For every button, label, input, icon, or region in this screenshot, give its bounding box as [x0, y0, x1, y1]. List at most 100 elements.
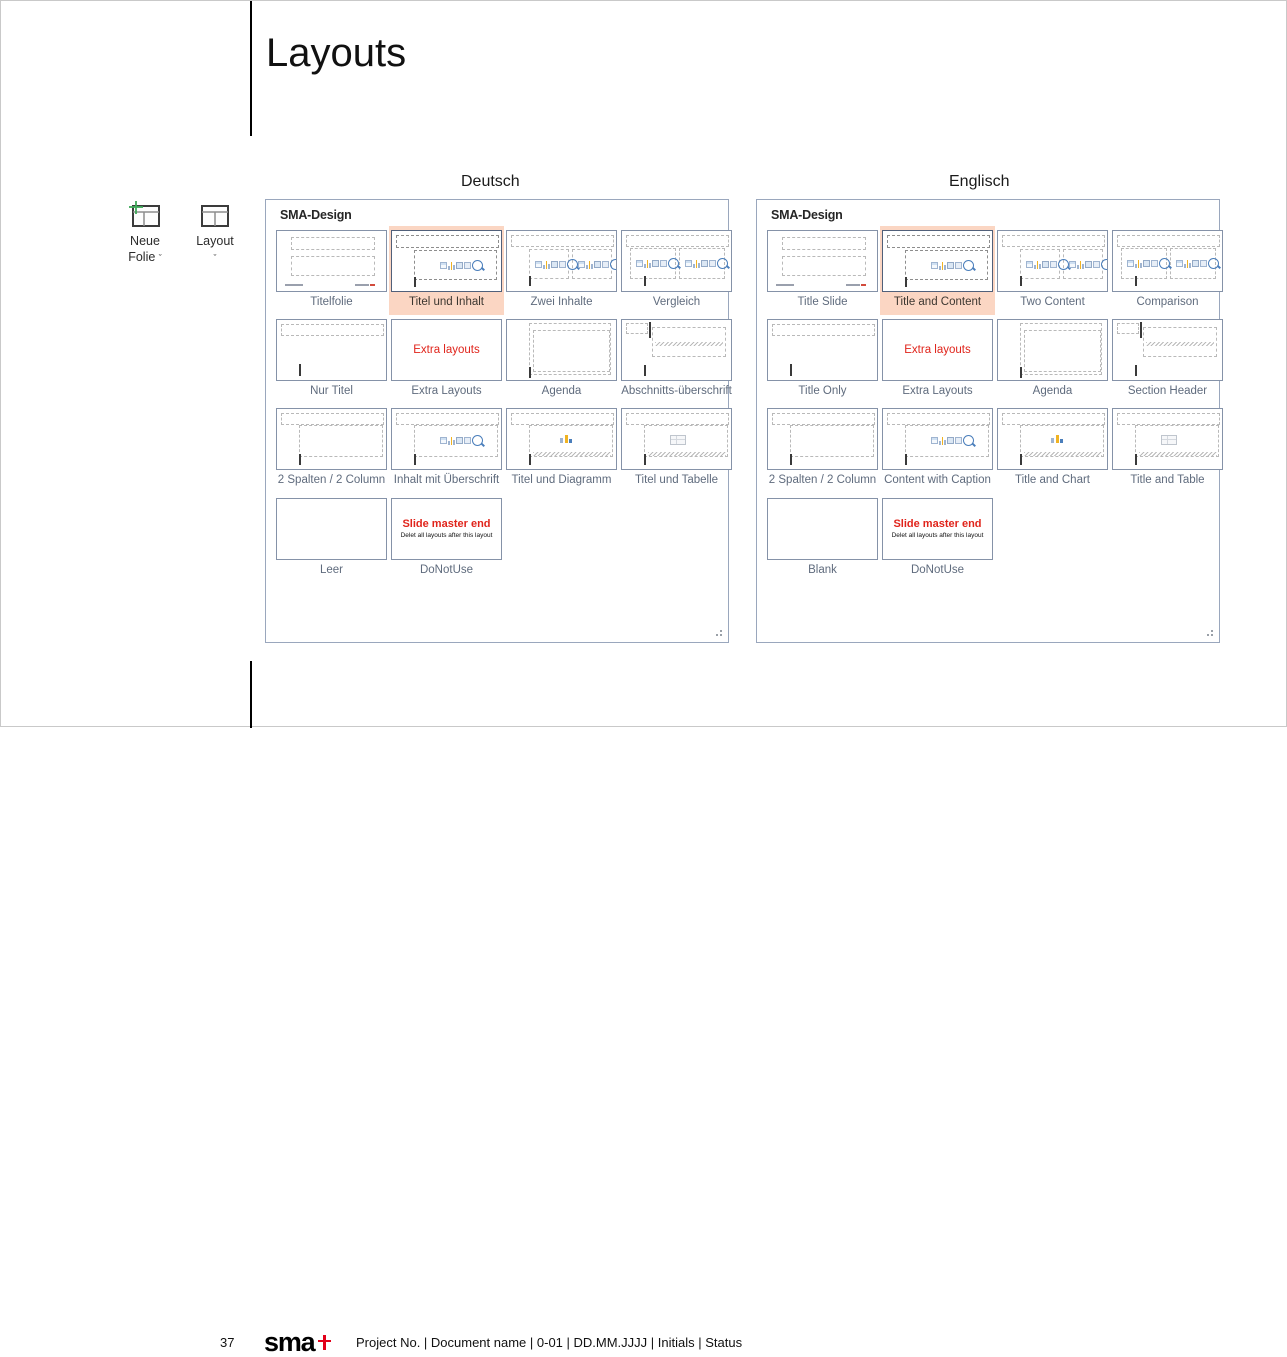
- layout-item[interactable]: 2 Spalten / 2 Column: [274, 404, 389, 493]
- layout-thumbnail: [276, 408, 387, 471]
- thumb-placeholder: [1176, 258, 1219, 269]
- layout-thumbnail: Slide master end Delet all layouts after …: [882, 497, 993, 560]
- thumb-placeholder: [285, 284, 303, 286]
- resize-grip-english[interactable]: [1205, 628, 1215, 638]
- new-slide-button[interactable]: Neue Folie ˇ: [115, 199, 175, 265]
- new-slide-chevron-down-icon[interactable]: ˇ: [159, 253, 162, 263]
- thumb-placeholder: [644, 276, 646, 286]
- thumb-placeholder: [626, 323, 648, 335]
- thumb-placeholder: [1117, 323, 1139, 335]
- layout-thumbnail: [997, 230, 1108, 292]
- layout-item-label: Inhalt mit Überschrift: [393, 474, 500, 487]
- thumb-placeholder: [649, 322, 651, 339]
- thumb-dnu-title: Slide master end: [893, 517, 982, 530]
- layout-item[interactable]: Titel und Tabelle: [619, 404, 734, 493]
- thumb-placeholder: [299, 425, 383, 458]
- layout-item-label: Title Slide: [797, 296, 848, 308]
- layout-chevron-down-icon[interactable]: ˇ: [214, 253, 217, 263]
- thumb-inner-text: Extra layouts: [904, 344, 971, 357]
- thumb-placeholder: [560, 435, 572, 444]
- thumb-placeholder: [414, 454, 416, 466]
- layout-item[interactable]: 2 Spalten / 2 Column: [765, 404, 880, 493]
- layout-item[interactable]: Title and Content: [880, 226, 995, 316]
- layout-item[interactable]: Two Content: [995, 226, 1110, 315]
- layout-item-label: Abschnitts-überschrift: [621, 385, 732, 398]
- layout-item-label: Title and Content: [893, 296, 982, 308]
- slide-footer: 37 sma Project No. | Document name | 0-0…: [1, 659, 1286, 1356]
- layout-thumbnail: [391, 230, 502, 292]
- layout-icon: [195, 199, 235, 231]
- panel-title-german: SMA-Design: [280, 208, 352, 222]
- ribbon-group: Neue Folie ˇ Layout ˇ: [115, 199, 255, 265]
- layout-thumbnail: [767, 319, 878, 382]
- sma-logo: sma: [264, 1329, 332, 1356]
- layout-item[interactable]: Blank: [765, 494, 880, 583]
- layout-item-label: Blank: [808, 563, 837, 576]
- layout-item[interactable]: Comparison: [1110, 226, 1225, 315]
- thumb-placeholder: [861, 284, 866, 286]
- thumb-placeholder: [529, 276, 531, 286]
- layout-grid-english: Title Slide Title and Content Two Content C…: [757, 226, 1223, 583]
- layout-item-label: Title and Table: [1130, 474, 1205, 487]
- thumb-placeholder: [1117, 235, 1220, 247]
- thumb-placeholder: [1002, 413, 1105, 426]
- layout-item[interactable]: Agenda: [995, 315, 1110, 404]
- layout-item[interactable]: Leer: [274, 494, 389, 583]
- thumb-placeholder: [396, 235, 499, 248]
- layout-item-label: Agenda: [541, 385, 582, 398]
- thumb-placeholder: [291, 237, 375, 250]
- thumb-placeholder: [440, 435, 483, 447]
- footer-text: Project No. | Document name | 0-01 | DD.…: [356, 1335, 743, 1350]
- thumb-placeholder: [529, 454, 531, 466]
- layout-item[interactable]: Vergleich: [619, 226, 734, 315]
- slide-number: 37: [220, 1335, 235, 1350]
- layout-item[interactable]: Title and Chart: [995, 404, 1110, 493]
- layout-button[interactable]: Layout ˇ: [185, 199, 245, 265]
- thumb-placeholder: [1135, 454, 1137, 466]
- resize-grip-german[interactable]: [714, 628, 724, 638]
- layout-thumbnail: [997, 408, 1108, 471]
- thumb-placeholder: [626, 235, 729, 247]
- layout-item[interactable]: Zwei Inhalte: [504, 226, 619, 315]
- layout-thumbnail: [621, 230, 732, 292]
- layout-thumbnail: [1112, 230, 1223, 292]
- thumb-placeholder: [414, 277, 416, 287]
- thumb-placeholder: [1140, 322, 1142, 339]
- thumb-placeholder: [776, 284, 794, 286]
- layout-thumbnail: [767, 230, 878, 292]
- thumb-placeholder: [931, 260, 974, 271]
- layout-item[interactable]: Slide master end Delet all layouts after …: [389, 494, 504, 583]
- thumb-placeholder: [644, 454, 646, 466]
- layout-item[interactable]: Extra layouts Extra Layouts: [880, 315, 995, 404]
- layout-item[interactable]: Titel und Inhalt: [389, 226, 504, 316]
- layout-item-label: Extra Layouts: [411, 385, 482, 398]
- layout-item-label: Extra Layouts: [902, 385, 973, 398]
- thumb-placeholder: [1161, 435, 1177, 446]
- layout-thumbnail: [621, 319, 732, 382]
- layout-item[interactable]: Agenda: [504, 315, 619, 404]
- layout-item-label: 2 Spalten / 2 Column: [277, 474, 386, 487]
- layout-item[interactable]: Title Only: [765, 315, 880, 404]
- thumb-placeholder: [533, 330, 610, 373]
- layout-item[interactable]: Content with Caption: [880, 404, 995, 493]
- thumb-placeholder: [1135, 276, 1137, 286]
- layout-item[interactable]: Section Header: [1110, 315, 1225, 404]
- layout-item[interactable]: Slide master end Delet all layouts after …: [880, 494, 995, 583]
- title-divider-top: [250, 1, 252, 136]
- layout-item[interactable]: Titel und Diagramm: [504, 404, 619, 493]
- logo-wordmark: sma: [264, 1327, 316, 1357]
- layout-item[interactable]: Title Slide: [765, 226, 880, 315]
- layout-item-label: Title and Chart: [1015, 474, 1090, 487]
- thumb-placeholder: [511, 235, 614, 247]
- thumb-placeholder: [370, 284, 375, 286]
- thumb-placeholder: [1024, 330, 1101, 373]
- layout-item[interactable]: Titelfolie: [274, 226, 389, 315]
- layout-item[interactable]: Nur Titel: [274, 315, 389, 404]
- layout-item[interactable]: Abschnitts-überschrift: [619, 315, 734, 404]
- thumb-placeholder: [887, 235, 990, 248]
- layout-item[interactable]: Title and Table: [1110, 404, 1225, 493]
- thumb-placeholder: [1051, 435, 1063, 444]
- layout-thumbnail: [506, 230, 617, 292]
- layout-item[interactable]: Inhalt mit Überschrift: [389, 404, 504, 493]
- layout-item[interactable]: Extra layouts Extra Layouts: [389, 315, 504, 404]
